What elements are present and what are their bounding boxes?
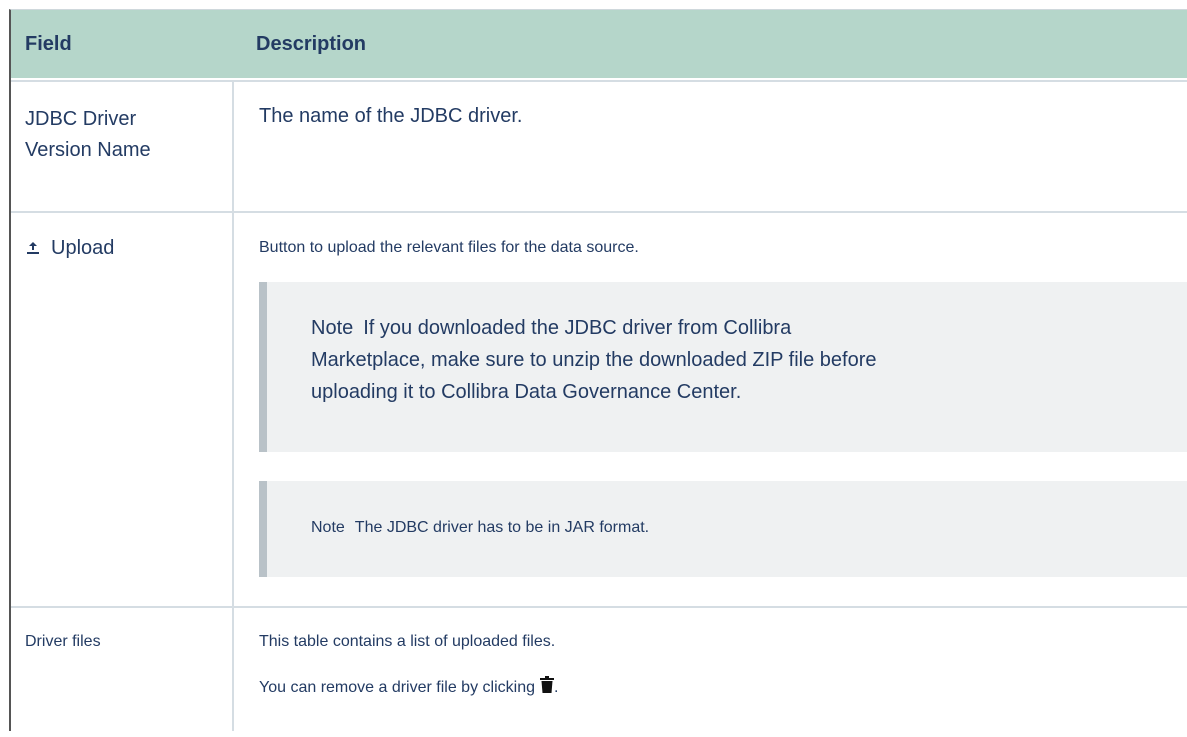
header-field: Field [25, 32, 72, 55]
note-label: Note [311, 317, 354, 339]
field-cell: Driver files [11, 608, 234, 731]
note-text: The JDBC driver has to be in JAR format. [354, 519, 650, 536]
note-text: If you downloaded the JDBC driver from C… [363, 317, 792, 339]
note-label: Note [311, 519, 345, 536]
description-cell: This table contains a list of uploaded f… [234, 608, 1187, 731]
table-row: JDBC Driver Version Name The name of the… [11, 80, 1187, 211]
description-cell: The name of the JDBC driver. [259, 105, 523, 127]
field-name-line: Version Name [25, 139, 151, 161]
table-header: Field Description [11, 10, 1187, 78]
description-cell: Button to upload the relevant files for … [234, 213, 1187, 606]
note-line: Marketplace, make sure to unzip the down… [311, 349, 877, 371]
trash-icon [539, 676, 554, 699]
description-line: You can remove a driver file by clicking [259, 678, 535, 696]
table-row: Upload Button to upload the relevant fil… [11, 211, 1187, 606]
description-suffix: . [553, 678, 559, 696]
note-box: Note The JDBC driver has to be in JAR for… [259, 481, 1187, 577]
description-text: This table contains a list of uploaded f… [259, 633, 556, 650]
field-name: Upload [51, 237, 115, 259]
field-cell: JDBC Driver Version Name [11, 82, 234, 211]
upload-icon [25, 239, 43, 262]
description-text: Button to upload the relevant files for … [259, 239, 639, 256]
note-line: Note If you downloaded the JDBC driver fr… [311, 312, 1151, 344]
driver-fields-table: Field Description JDBC Driver Version Na… [9, 9, 1187, 731]
description-text: You can remove a driver file by clicking… [259, 676, 1187, 699]
field-name-line: JDBC Driver [25, 108, 137, 130]
table-row: Driver files This table contains a list … [11, 606, 1187, 731]
note-box: Note If you downloaded the JDBC driver fr… [259, 282, 1187, 452]
note-line: uploading it to Collibra Data Governance… [311, 381, 742, 403]
header-description: Description [256, 32, 367, 55]
field-cell: Upload [11, 213, 234, 606]
